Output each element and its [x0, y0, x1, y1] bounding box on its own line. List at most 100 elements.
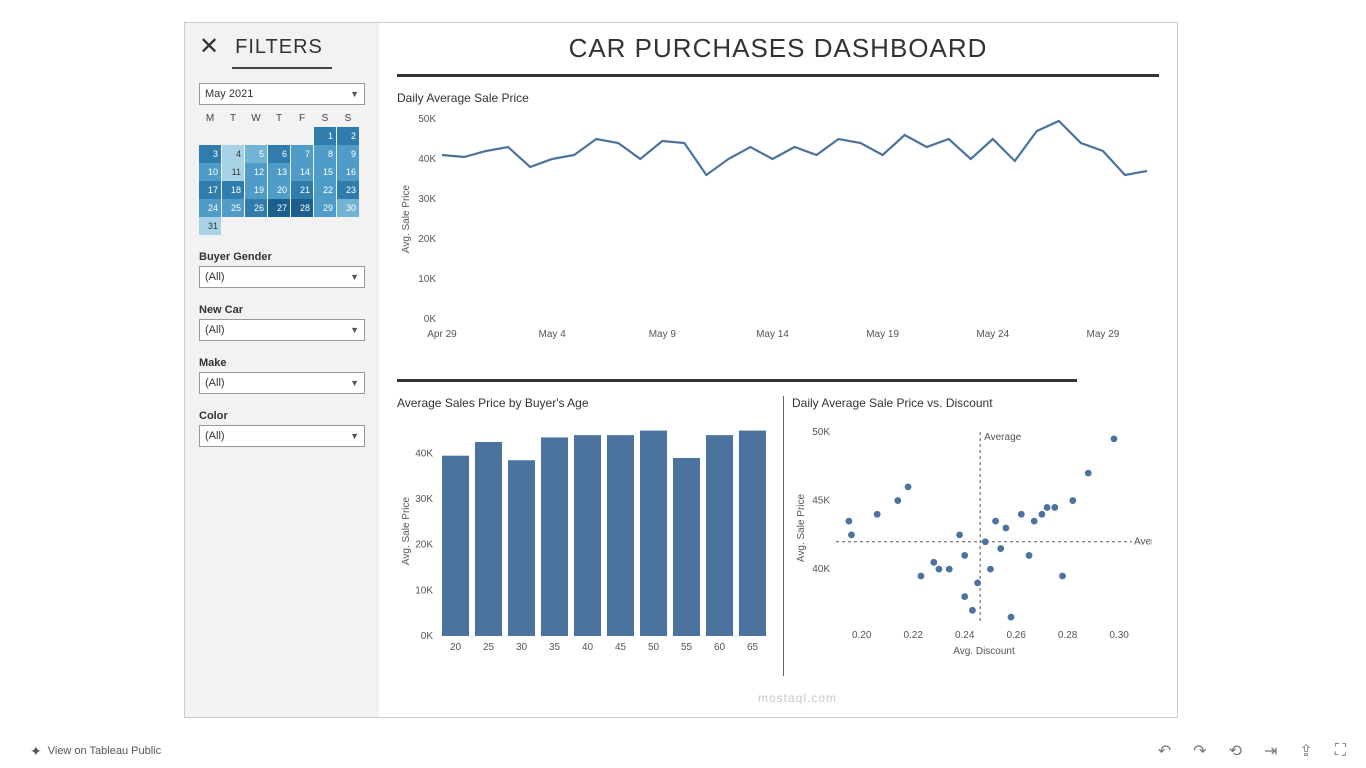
chart2-bar: Average Sales Price by Buyer's Age 0K10K…	[397, 396, 775, 676]
calendar-day[interactable]: 23	[337, 181, 359, 199]
calendar-day[interactable]: 2	[337, 127, 359, 145]
calendar-day[interactable]: 19	[245, 181, 267, 199]
filter-make-dropdown[interactable]: (All) ▼	[199, 372, 365, 394]
filter-color-label: Color	[199, 410, 365, 422]
calendar-day	[245, 217, 267, 235]
pause-icon[interactable]: ⇥	[1264, 741, 1277, 761]
filters-panel: ✕ FILTERS May 2021 ▼ MTWTFSS 12345678910…	[185, 23, 379, 717]
filter-newcar-value: (All)	[205, 324, 225, 336]
calendar-day[interactable]: 6	[268, 145, 290, 163]
calendar-day[interactable]: 15	[314, 163, 336, 181]
svg-text:55: 55	[681, 642, 693, 653]
calendar-heatmap: MTWTFSS 12345678910111213141516171819202…	[199, 113, 365, 235]
calendar-day	[314, 217, 336, 235]
calendar-day[interactable]: 26	[245, 199, 267, 217]
footer-right: ↶ ↷ ⟲ ⇥ ⇪ ⛶	[1158, 741, 1346, 761]
chevron-down-icon: ▼	[350, 89, 359, 99]
svg-text:40: 40	[582, 642, 594, 653]
calendar-day[interactable]: 22	[314, 181, 336, 199]
svg-text:45K: 45K	[812, 496, 830, 507]
filter-color-value: (All)	[205, 430, 225, 442]
watermark: mostaql.com	[758, 691, 837, 705]
redo-icon[interactable]: ↷	[1193, 741, 1206, 761]
calendar-day[interactable]: 5	[245, 145, 267, 163]
calendar-day[interactable]: 20	[268, 181, 290, 199]
calendar-day[interactable]: 4	[222, 145, 244, 163]
calendar-day[interactable]: 25	[222, 199, 244, 217]
svg-text:Avg. Sale Price: Avg. Sale Price	[401, 496, 412, 565]
svg-text:25: 25	[483, 642, 495, 653]
svg-text:0K: 0K	[424, 314, 437, 325]
svg-text:0.20: 0.20	[852, 630, 872, 641]
filter-newcar-dropdown[interactable]: (All) ▼	[199, 319, 365, 341]
filter-gender-dropdown[interactable]: (All) ▼	[199, 266, 365, 288]
dashboard-title: CAR PURCHASES DASHBOARD	[397, 33, 1159, 64]
chevron-down-icon: ▼	[350, 325, 359, 335]
svg-text:20: 20	[450, 642, 462, 653]
dashboard-frame: ✕ FILTERS May 2021 ▼ MTWTFSS 12345678910…	[184, 22, 1178, 718]
svg-text:0.28: 0.28	[1058, 630, 1078, 641]
calendar-day[interactable]: 10	[199, 163, 221, 181]
calendar-day[interactable]: 18	[222, 181, 244, 199]
title-underline	[397, 74, 1159, 77]
undo-icon[interactable]: ↶	[1158, 741, 1171, 761]
svg-text:Apr 29: Apr 29	[427, 329, 457, 340]
svg-text:0.24: 0.24	[955, 630, 975, 641]
calendar-day[interactable]: 9	[337, 145, 359, 163]
calendar-day[interactable]: 24	[199, 199, 221, 217]
filters-title: FILTERS	[235, 36, 323, 59]
calendar-day[interactable]: 12	[245, 163, 267, 181]
calendar-day	[222, 217, 244, 235]
filter-make-label: Make	[199, 357, 365, 369]
chevron-down-icon: ▼	[350, 378, 359, 388]
calendar-day[interactable]: 3	[199, 145, 221, 163]
footer-left[interactable]: ✦ View on Tableau Public	[30, 744, 161, 758]
dashboard-main: CAR PURCHASES DASHBOARD Daily Average Sa…	[379, 23, 1177, 717]
calendar-day[interactable]: 21	[291, 181, 313, 199]
calendar-day[interactable]: 27	[268, 199, 290, 217]
calendar-day[interactable]: 16	[337, 163, 359, 181]
calendar-day[interactable]: 28	[291, 199, 313, 217]
fullscreen-icon[interactable]: ⛶	[1335, 742, 1346, 760]
calendar-day[interactable]: 29	[314, 199, 336, 217]
chart2-title: Average Sales Price by Buyer's Age	[397, 396, 775, 410]
share-icon[interactable]: ⇪	[1299, 741, 1312, 761]
tableau-icon: ✦	[30, 744, 42, 758]
calendar-day[interactable]: 8	[314, 145, 336, 163]
svg-text:50K: 50K	[812, 427, 830, 438]
svg-text:Avg. Sale Price: Avg. Sale Price	[796, 493, 807, 562]
chart1-line: 0K10K20K30K40K50KAvg. Sale PriceApr 29Ma…	[397, 109, 1159, 369]
calendar-day[interactable]: 13	[268, 163, 290, 181]
calendar-day[interactable]: 1	[314, 127, 336, 145]
svg-text:40K: 40K	[418, 154, 436, 165]
calendar-day[interactable]: 30	[337, 199, 359, 217]
calendar-day[interactable]: 17	[199, 181, 221, 199]
filter-newcar: New Car (All) ▼	[199, 304, 365, 341]
svg-text:May 19: May 19	[866, 329, 899, 340]
svg-text:0.22: 0.22	[903, 630, 923, 641]
chart3-scatter: Daily Average Sale Price vs. Discount 40…	[792, 396, 1159, 676]
svg-text:30K: 30K	[418, 194, 436, 205]
close-icon[interactable]: ✕	[199, 35, 219, 59]
calendar-day	[291, 217, 313, 235]
revert-icon[interactable]: ⟲	[1229, 741, 1242, 761]
calendar-day	[291, 127, 313, 145]
svg-text:35: 35	[549, 642, 561, 653]
calendar-day[interactable]: 31	[199, 217, 221, 235]
filter-color-dropdown[interactable]: (All) ▼	[199, 425, 365, 447]
filter-newcar-label: New Car	[199, 304, 365, 316]
calendar-day[interactable]: 7	[291, 145, 313, 163]
svg-text:Average: Average	[1134, 537, 1152, 548]
filters-underline	[232, 67, 332, 69]
svg-text:May 9: May 9	[649, 329, 677, 340]
section-divider	[397, 379, 1077, 382]
calendar-day[interactable]: 11	[222, 163, 244, 181]
svg-text:0.26: 0.26	[1006, 630, 1026, 641]
svg-text:60: 60	[714, 642, 726, 653]
svg-text:10K: 10K	[415, 585, 433, 596]
month-dropdown[interactable]: May 2021 ▼	[199, 83, 365, 105]
calendar-day[interactable]: 14	[291, 163, 313, 181]
filter-make-value: (All)	[205, 377, 225, 389]
footer-toolbar: ✦ View on Tableau Public ↶ ↷ ⟲ ⇥ ⇪ ⛶	[30, 740, 1346, 762]
svg-text:10K: 10K	[418, 274, 436, 285]
